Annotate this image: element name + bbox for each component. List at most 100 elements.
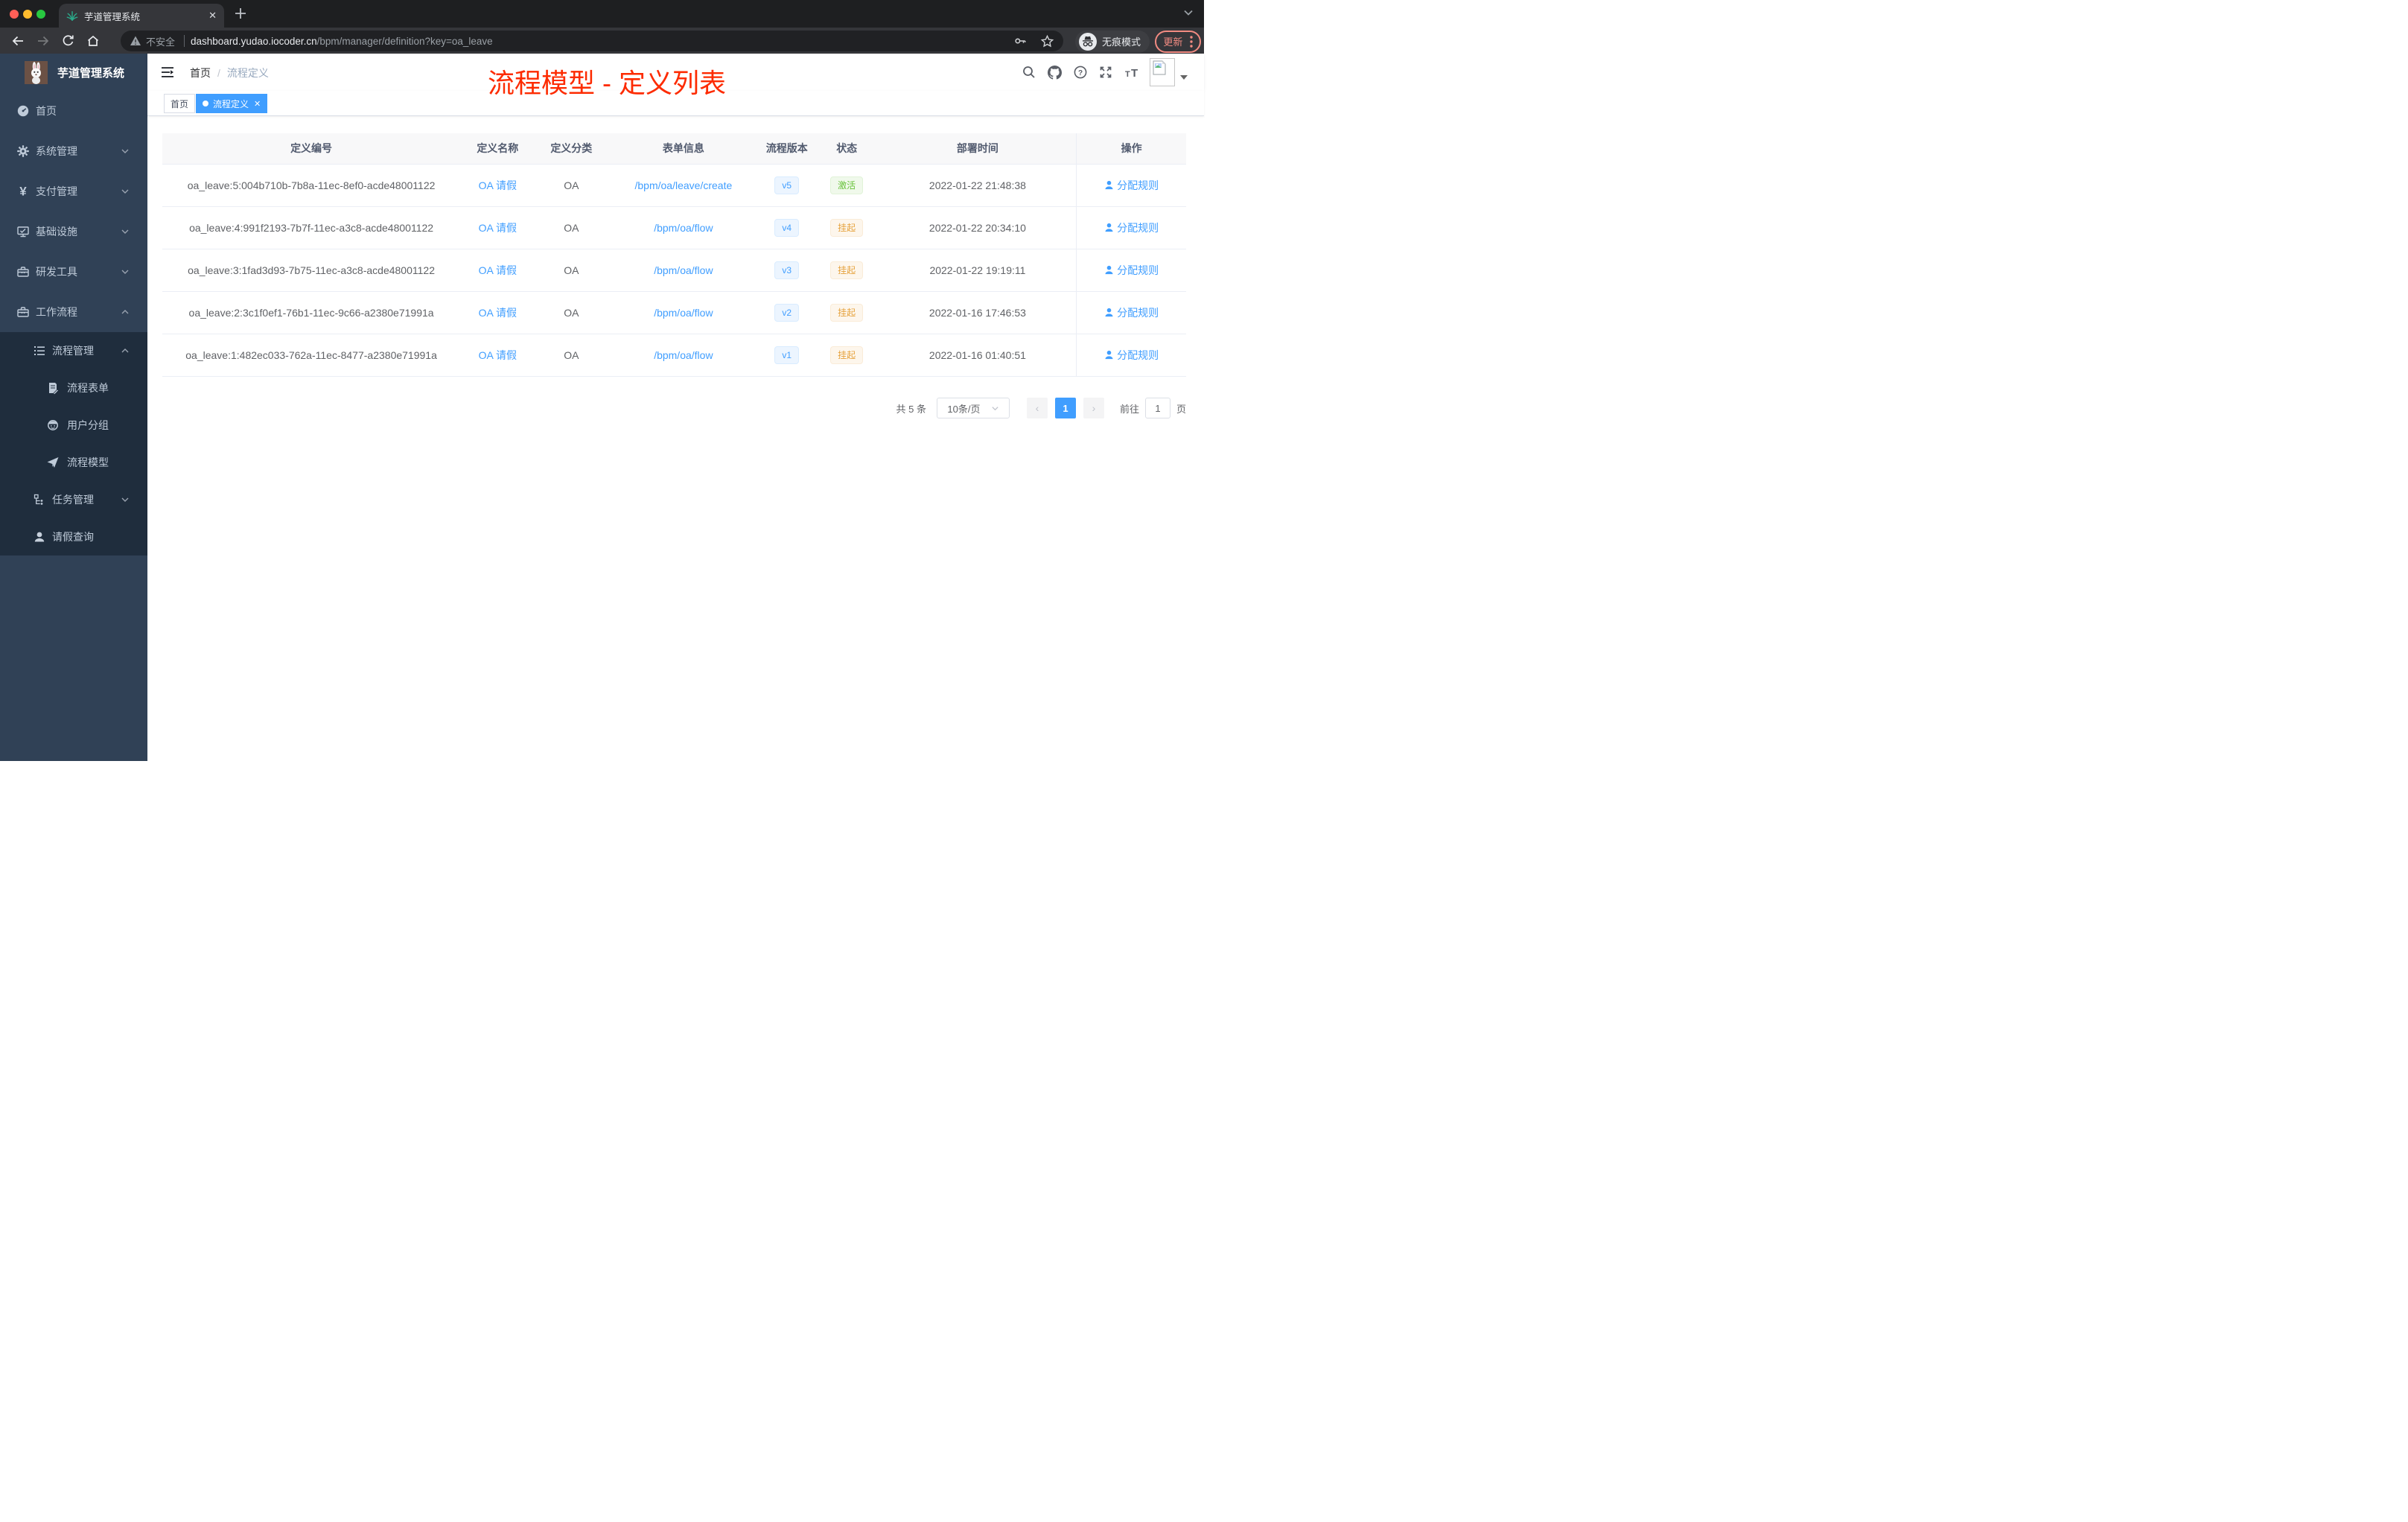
tab-close-icon[interactable]: ✕ [208, 10, 217, 22]
sidebar-item-workflow[interactable]: 工作流程 [0, 292, 147, 332]
assign-rule-link[interactable]: 分配规则 [1104, 348, 1159, 363]
browser-menu-icon[interactable] [1189, 35, 1193, 48]
form-info-link[interactable]: /bpm/oa/flow [654, 222, 713, 234]
search-icon[interactable] [1022, 66, 1036, 79]
prev-page-button[interactable]: ‹ [1026, 398, 1048, 418]
assign-rule-link[interactable]: 分配规则 [1104, 305, 1159, 320]
version-badge: v2 [774, 303, 800, 322]
warning-icon[interactable] [130, 35, 141, 47]
new-tab-icon[interactable] [234, 7, 247, 20]
incognito-badge: 无痕模式 [1075, 30, 1150, 53]
assign-rule-link[interactable]: 分配规则 [1104, 263, 1159, 278]
assign-rule-link[interactable]: 分配规则 [1104, 178, 1159, 193]
security-label[interactable]: 不安全 [146, 34, 175, 48]
sidebar-item-leave-query[interactable]: 请假查询 [0, 518, 147, 555]
tab-title: 芋道管理系统 [84, 11, 141, 22]
password-key-icon[interactable] [1013, 34, 1027, 48]
col-form-info: 表单信息 [608, 133, 759, 165]
breadcrumb-home[interactable]: 首页 [190, 67, 211, 79]
list-tree-icon [34, 346, 45, 355]
cell-deploy-time: 2022-01-22 19:19:11 [879, 249, 1077, 292]
help-icon[interactable]: ? [1074, 66, 1087, 79]
tag-process-definition[interactable]: 流程定义 ✕ [196, 94, 268, 113]
avatar[interactable] [1150, 58, 1175, 86]
definition-name-link[interactable]: OA 请假 [479, 349, 517, 361]
back-icon[interactable] [10, 34, 25, 48]
cell-definition-id: oa_leave:4:991f2193-7b7f-11ec-a3c8-acde4… [162, 206, 461, 249]
sidebar-item-process-form[interactable]: 流程表单 [0, 369, 147, 407]
sidebar-item-infra[interactable]: 基础设施 [0, 211, 147, 252]
forward-icon[interactable] [36, 34, 51, 48]
sidebar-item-process-model[interactable]: 流程模型 [0, 444, 147, 481]
address-bar[interactable]: 不安全 dashboard.yudao.iocoder.cn/bpm/manag… [121, 31, 1063, 51]
bookmark-star-icon[interactable] [1040, 34, 1054, 48]
definition-name-link[interactable]: OA 请假 [479, 179, 517, 191]
macos-close-button[interactable] [10, 10, 19, 19]
monitor-check-icon [17, 226, 29, 238]
sidebar-item-task-management[interactable]: 任务管理 [0, 481, 147, 518]
status-badge: 挂起 [830, 218, 864, 237]
tag-home[interactable]: 首页 [164, 94, 196, 113]
macos-zoom-button[interactable] [36, 10, 45, 19]
logo-avatar [25, 60, 48, 84]
url-divider [184, 35, 185, 47]
sidebar-item-user-group[interactable]: 用户分组 [0, 407, 147, 444]
broken-image-icon [1153, 60, 1166, 75]
sidebar-item-devtools[interactable]: 研发工具 [0, 252, 147, 292]
macos-minimize-button[interactable] [23, 10, 32, 19]
update-label[interactable]: 更新 [1163, 34, 1182, 48]
status-badge: 挂起 [830, 303, 864, 322]
page-size-select[interactable]: 10条/页 [936, 398, 1010, 418]
hamburger-icon[interactable] [160, 65, 175, 80]
definition-name-link[interactable]: OA 请假 [479, 222, 517, 234]
assign-rule-link[interactable]: 分配规则 [1104, 220, 1159, 235]
table-row: oa_leave:3:1fad3d93-7b75-11ec-a3c8-acde4… [162, 249, 1186, 292]
sidebar-item-pay[interactable]: ¥ 支付管理 [0, 171, 147, 211]
url-domain[interactable]: dashboard.yudao.iocoder.cn [191, 36, 317, 47]
breadcrumb-current: 流程定义 [226, 67, 269, 79]
sidebar-item-home[interactable]: 首页 [0, 91, 147, 131]
chevron-up-icon [121, 348, 129, 353]
user-icon [1105, 350, 1113, 360]
pagination-total: 共 5 条 [896, 403, 926, 415]
goto-page-input[interactable] [1144, 398, 1170, 418]
font-size-icon[interactable]: T T [1124, 66, 1139, 79]
home-icon[interactable] [86, 34, 101, 48]
form-info-link[interactable]: /bpm/oa/flow [654, 349, 713, 361]
person-icon [34, 532, 45, 542]
browser-update-button[interactable]: 更新 [1155, 30, 1201, 53]
avatar-dropdown-caret-icon[interactable] [1180, 75, 1188, 80]
col-definition-id: 定义编号 [162, 133, 461, 165]
tab-search-chevron-icon[interactable] [1183, 7, 1194, 18]
sidebar-item-system[interactable]: 系统管理 [0, 131, 147, 171]
sidebar-logo[interactable]: 芋道管理系统 [0, 54, 147, 91]
github-icon[interactable] [1048, 65, 1062, 80]
browser-toolbar: 不安全 dashboard.yudao.iocoder.cn/bpm/manag… [0, 28, 1204, 54]
form-info-link[interactable]: /bpm/oa/leave/create [635, 179, 733, 191]
fullscreen-icon[interactable] [1099, 66, 1112, 79]
cell-definition-id: oa_leave:1:482ec033-762a-11ec-8477-a2380… [162, 334, 461, 377]
cell-category: OA [535, 334, 608, 377]
cell-category: OA [535, 206, 608, 249]
url-path[interactable]: /bpm/manager/definition?key=oa_leave [317, 36, 493, 47]
cell-category: OA [535, 291, 608, 334]
form-info-link[interactable]: /bpm/oa/flow [654, 264, 713, 276]
form-info-link[interactable]: /bpm/oa/flow [654, 307, 713, 319]
sidebar-item-process-management[interactable]: 流程管理 [0, 332, 147, 369]
definition-name-link[interactable]: OA 请假 [479, 264, 517, 276]
briefcase-icon [17, 307, 29, 317]
col-deploy-time: 部署时间 [879, 133, 1077, 165]
chevron-down-icon [121, 149, 129, 153]
tag-close-icon[interactable]: ✕ [254, 99, 261, 109]
cell-definition-id: oa_leave:2:3c1f0ef1-76b1-11ec-9c66-a2380… [162, 291, 461, 334]
cell-deploy-time: 2022-01-22 20:34:10 [879, 206, 1077, 249]
svg-text:T: T [1131, 67, 1138, 79]
definition-name-link[interactable]: OA 请假 [479, 307, 517, 319]
current-page-button[interactable]: 1 [1054, 398, 1076, 418]
reload-icon[interactable] [61, 34, 75, 48]
cell-definition-id: oa_leave:3:1fad3d93-7b75-11ec-a3c8-acde4… [162, 249, 461, 292]
page-unit-label: 页 [1176, 403, 1186, 415]
yen-icon: ¥ [19, 185, 27, 198]
browser-tab[interactable]: 芋道管理系统 ✕ [59, 4, 224, 28]
next-page-button[interactable]: › [1083, 398, 1104, 418]
